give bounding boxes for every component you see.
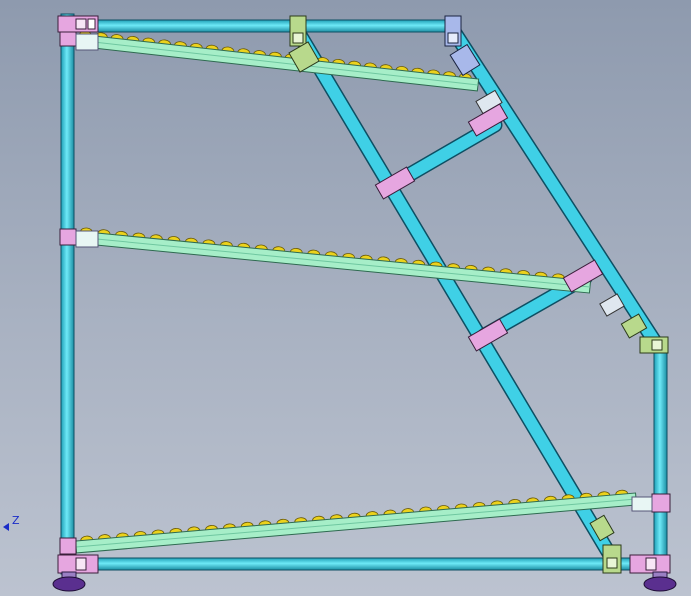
joint-left-middle[interactable] [59, 228, 99, 248]
cad-model-canvas[interactable] [0, 0, 691, 596]
leveling-feet [52, 571, 677, 592]
roller-track-middle[interactable] [74, 227, 592, 294]
joint-top-left[interactable] [57, 15, 99, 51]
cad-viewport[interactable]: Z [0, 0, 691, 596]
roller-rail-edge [75, 236, 591, 288]
roller-rail-edge [75, 39, 479, 86]
axis-indicator-icon [3, 523, 9, 531]
left-post-tube[interactable] [60, 13, 75, 575]
roller-track-top[interactable] [74, 30, 480, 92]
roller-track-bottom[interactable] [74, 489, 638, 554]
right-post-tube[interactable] [653, 344, 668, 566]
frame-tubes [60, 13, 668, 575]
bottom-tube[interactable] [69, 557, 659, 571]
roller-rail-edge [75, 498, 637, 548]
top-tube[interactable] [69, 19, 456, 33]
leveling-foot-left[interactable] [52, 571, 86, 592]
leveling-foot-right[interactable] [643, 571, 677, 592]
joint-right-post-middle[interactable] [631, 493, 671, 513]
joint-bottom-right[interactable] [629, 554, 671, 574]
axis-indicator-label: Z [12, 514, 20, 527]
